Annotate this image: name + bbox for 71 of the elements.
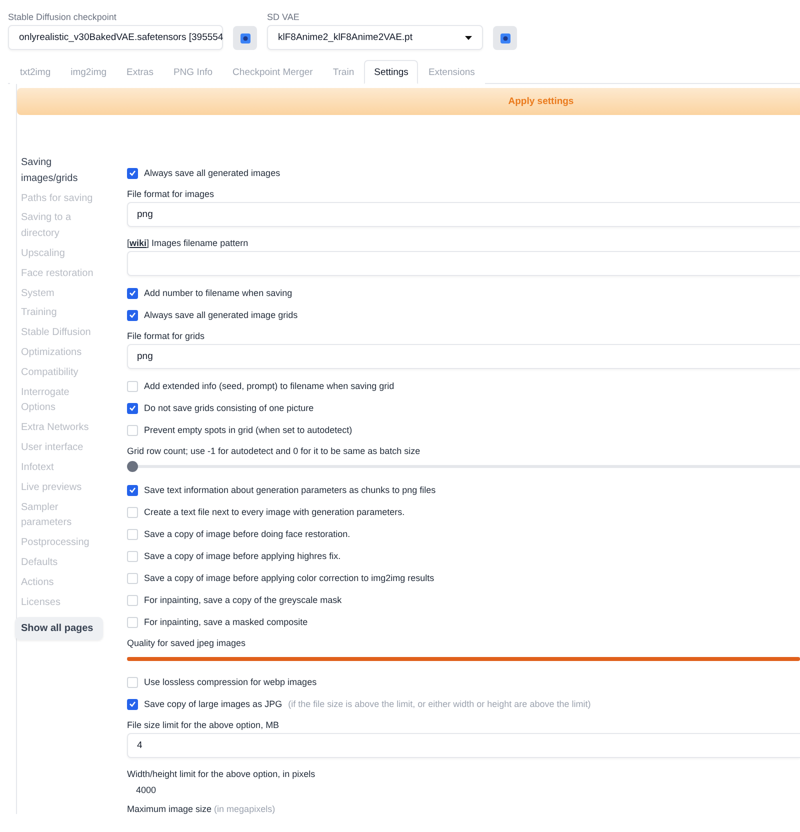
sidebar-item[interactable]: System	[21, 283, 97, 304]
sidebar-item[interactable]: Extra Networks	[21, 418, 97, 438]
sidebar-item[interactable]: Licenses	[21, 592, 97, 612]
sidebar-item[interactable]: Infotext	[21, 458, 97, 478]
refresh-icon	[500, 32, 510, 44]
checkbox-label: Add number to filename when saving	[144, 288, 292, 298]
sidebar-item[interactable]: Saving to a directory	[21, 208, 97, 244]
tab[interactable]: Settings	[364, 60, 418, 84]
refresh-icon	[240, 32, 250, 44]
wiki-link[interactable]: wiki	[130, 238, 147, 248]
sidebar-item[interactable]: Interrogate Options	[21, 382, 97, 418]
checkbox-label: Always save all generated image grids	[144, 310, 298, 320]
field-label: [	[127, 238, 130, 248]
caret-icon	[465, 36, 472, 40]
checkbox[interactable]	[127, 698, 138, 710]
checkbox-label: Save copy of large images as JPG	[144, 699, 282, 709]
sidebar-item[interactable]: Actions	[21, 572, 97, 593]
field-label: Width/height limit for the above option, in pixels	[127, 769, 316, 779]
checkbox[interactable]	[127, 484, 138, 496]
sidebar-item[interactable]: Compatibility	[21, 362, 97, 383]
field-label: File size limit for the above option, MB	[127, 720, 280, 730]
show-all-pages-button[interactable]: Show all pages	[15, 616, 103, 640]
checkbox-label: Save a copy of image before doing face restoration.	[144, 529, 350, 539]
checkbox-label: For inpainting, save a masked composite	[144, 617, 308, 627]
checkpoint-dropdown[interactable]: onlyrealistic_v30BakedVAE.safetensors [395554	[8, 25, 223, 50]
checkbox-label: Do not save grids consisting of one picture	[144, 403, 314, 413]
checkbox-label: Prevent empty spots in grid (when set to autodetect)	[144, 425, 352, 435]
field-label: SD VAE	[267, 12, 300, 22]
sidebar-item[interactable]: Optimizations	[21, 343, 97, 363]
input-field[interactable]: 4	[127, 733, 800, 758]
field-label: Maximum image size	[127, 804, 213, 814]
sidebar-item[interactable]: Sampler parameters	[21, 498, 97, 533]
checkbox-label: Create a text file next to every image with generation parameters.	[144, 507, 405, 517]
sidebar-item[interactable]: Live previews	[21, 478, 97, 498]
option-note: (if the file size is above the limit, or either width or height are above the limit)	[288, 699, 591, 709]
sidebar-item[interactable]: Upscaling	[21, 244, 97, 264]
sidebar-item[interactable]: Saving images/grids	[21, 153, 97, 188]
checkbox[interactable]	[127, 288, 138, 298]
checkbox-label: Save text information about generation parameters as chunks to png files	[144, 485, 436, 495]
sidebar-item[interactable]: User interface	[21, 438, 97, 458]
option-note: (in megapixels)	[214, 804, 276, 814]
checkbox[interactable]	[127, 402, 138, 414]
checkbox[interactable]	[127, 168, 138, 178]
checkbox[interactable]	[127, 310, 138, 320]
input-field[interactable]: png	[127, 344, 800, 369]
refresh-button[interactable]	[493, 26, 517, 50]
sidebar-item[interactable]: Face restoration	[21, 264, 97, 284]
slider-label: Grid row count; use -1 for autodetect and 0 for it to be same as batch size	[127, 446, 422, 456]
input-field[interactable]: png	[127, 202, 800, 227]
vae-dropdown[interactable]: klF8Anime2_klF8Anime2VAE.pt	[267, 25, 483, 50]
field-label: ] Images filename pattern	[146, 238, 248, 248]
sidebar-item[interactable]: Stable Diffusion	[21, 323, 97, 343]
field-label: File format for grids	[127, 331, 206, 341]
checkbox-label: Always save all generated images	[144, 168, 280, 178]
input-field[interactable]	[127, 251, 800, 276]
sidebar-item[interactable]: Defaults	[21, 552, 97, 573]
field-value: 4000	[135, 784, 158, 797]
checkbox-label: For inpainting, save a copy of the greyscale mask	[144, 595, 342, 605]
checkbox-label: Use lossless compression for webp images	[144, 677, 317, 687]
field-label: File format for images	[127, 189, 216, 199]
sidebar-item[interactable]: Paths for saving	[21, 188, 97, 208]
checkbox-label: Save a copy of image before applying color correction to img2img results	[144, 573, 434, 583]
checkbox-label: Add extended info (seed, prompt) to filename when saving grid	[144, 381, 394, 391]
refresh-button[interactable]	[233, 26, 257, 50]
slider-label: Quality for saved jpeg images	[127, 638, 247, 648]
sidebar-item[interactable]: Postprocessing	[21, 533, 97, 553]
field-label: Stable Diffusion checkpoint	[8, 12, 118, 22]
apply-settings-button[interactable]: Apply settings	[17, 88, 800, 115]
checkbox-label: Save a copy of image before applying highres fix.	[144, 551, 341, 561]
slider-handle[interactable]	[127, 461, 138, 472]
sidebar-item[interactable]: Training	[21, 303, 97, 324]
